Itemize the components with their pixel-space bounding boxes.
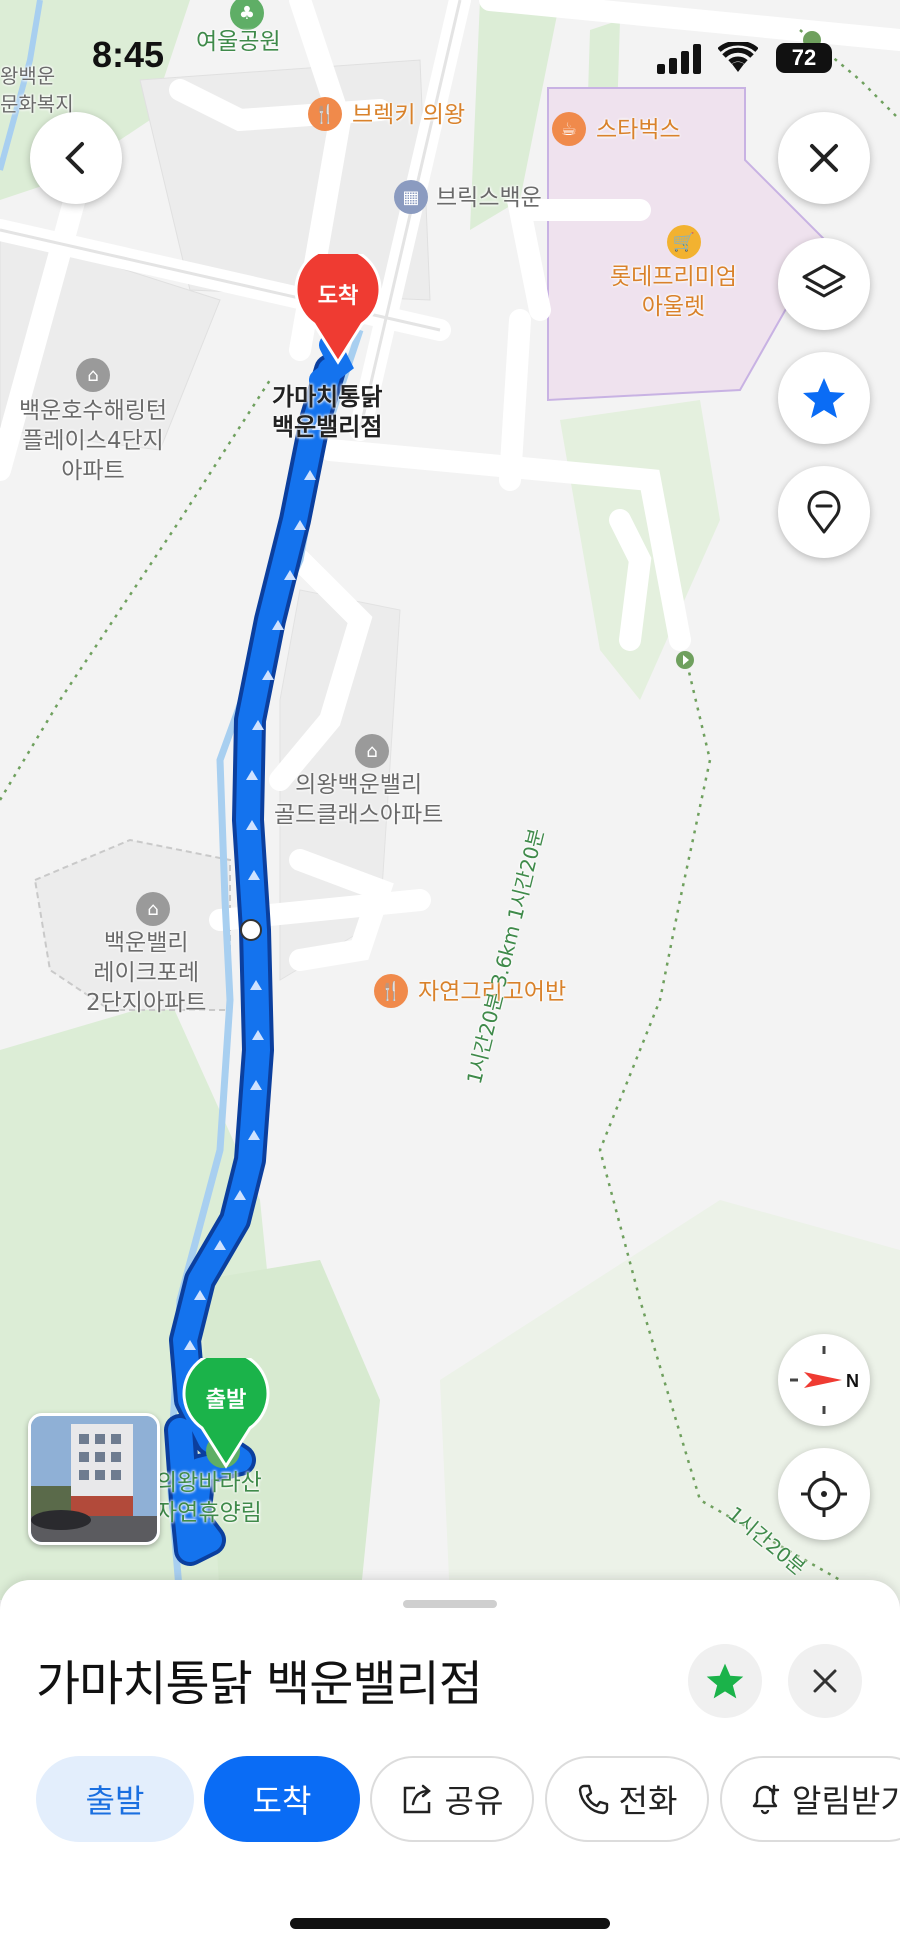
layers-icon	[802, 264, 846, 298]
apartment-icon: ⌂	[355, 734, 389, 768]
call-button[interactable]: 전화	[545, 1756, 709, 1842]
label-forest[interactable]: 의왕바라산 자연휴양림	[156, 1468, 262, 1528]
label-apt4[interactable]: 백운호수해링턴 플레이스4단지 아파트	[8, 396, 178, 486]
map-view[interactable]: ♣ 여울공원 왕백운 문화복지 🍴 브렉키 의왕 ☕ 스타벅스 ▦ 브릭스백운 …	[0, 0, 900, 1600]
close-sheet-button[interactable]	[788, 1644, 862, 1718]
favorites-button[interactable]	[778, 352, 870, 444]
sheet-handle[interactable]	[403, 1600, 497, 1608]
close-map-button[interactable]	[778, 112, 870, 204]
back-button[interactable]	[30, 112, 122, 204]
label-bricks[interactable]: 브릭스백운	[436, 184, 542, 212]
label-lakeforet[interactable]: 백운밸리 레이크포레 2단지아파트	[86, 928, 206, 1018]
label-starbucks[interactable]: 스타벅스	[596, 116, 681, 144]
shopping-icon: 🛒	[667, 225, 701, 259]
arrive-button[interactable]: 도착	[204, 1756, 360, 1842]
bell-plus-icon	[752, 1784, 780, 1815]
compass-north-label: N	[846, 1371, 859, 1391]
battery-indicator: 72	[776, 43, 832, 73]
arrive-marker-label: 도착	[317, 284, 359, 309]
start-marker[interactable]: 출발	[180, 1350, 272, 1470]
start-marker-label: 출발	[205, 1388, 247, 1413]
arrive-pin-icon	[294, 246, 382, 365]
save-favorite-button[interactable]	[688, 1644, 762, 1718]
phone-icon	[578, 1784, 608, 1815]
apartment-icon: ⌂	[76, 358, 110, 392]
notify-button[interactable]: 알림받기	[720, 1756, 900, 1842]
status-time: 8:45	[92, 34, 165, 75]
apartment-icon: ⌂	[136, 892, 170, 926]
restaurant-icon: 🍴	[374, 974, 408, 1008]
label-goldclass[interactable]: 의왕백운밸리 골드클래스아파트	[274, 770, 443, 830]
building-icon: ▦	[394, 180, 428, 214]
share-icon	[403, 1784, 431, 1814]
start-pin-icon	[182, 1350, 270, 1469]
status-bar: 8:45 72	[0, 0, 900, 120]
signal-icon	[657, 44, 701, 74]
chevron-left-icon	[65, 142, 84, 174]
street-view-thumbnail[interactable]	[28, 1413, 160, 1545]
pin-button[interactable]	[778, 466, 870, 558]
star-icon	[803, 378, 845, 418]
place-bottom-sheet[interactable]: 가마치통닭 백운밸리점 출발 도착 공유 전화 알림받기	[0, 1580, 900, 1948]
map-pin-icon	[807, 490, 841, 534]
star-icon	[706, 1663, 744, 1699]
wifi-icon	[718, 42, 758, 72]
share-label: 공유	[444, 1782, 504, 1820]
close-icon	[810, 144, 838, 172]
street-view-image	[31, 1416, 157, 1542]
place-title: 가마치통닭 백운밸리점	[36, 1656, 483, 1712]
home-indicator[interactable]	[290, 1918, 610, 1929]
compass-button[interactable]: N	[778, 1334, 870, 1426]
locate-button[interactable]	[778, 1448, 870, 1540]
close-icon	[813, 1669, 837, 1693]
map-canvas	[0, 0, 900, 1600]
layers-button[interactable]	[778, 238, 870, 330]
label-lotte[interactable]: 롯데프리미엄 아울렛	[610, 262, 737, 322]
start-button[interactable]: 출발	[36, 1756, 194, 1842]
compass-icon: N	[790, 1346, 859, 1414]
call-label: 전화	[618, 1782, 678, 1820]
crosshair-icon	[801, 1471, 847, 1517]
notify-label: 알림받기	[792, 1782, 900, 1820]
label-destination[interactable]: 가마치통닭 백운밸리점	[272, 382, 382, 442]
share-button[interactable]: 공유	[370, 1756, 534, 1842]
arrive-marker[interactable]: 도착	[292, 246, 384, 366]
